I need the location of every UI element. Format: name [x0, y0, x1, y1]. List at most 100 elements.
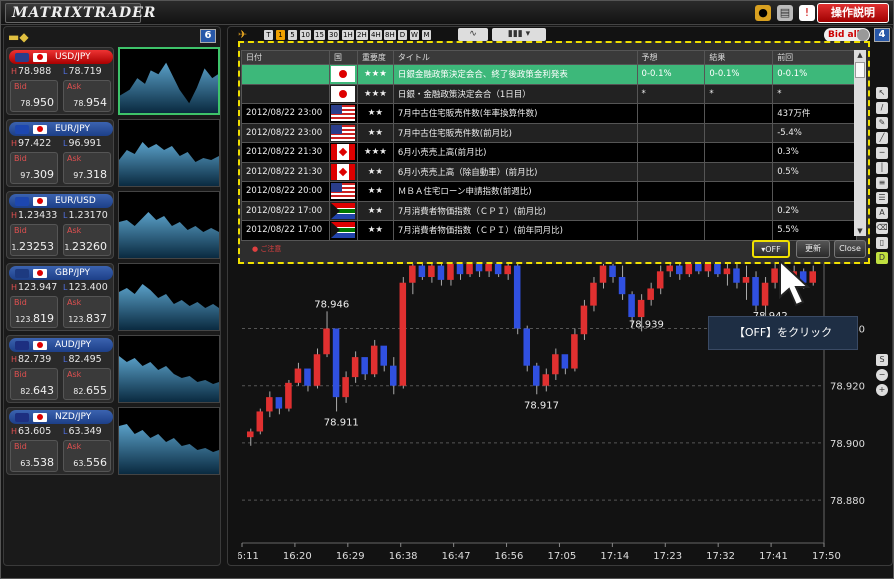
- data-tool-icon[interactable]: D: [876, 252, 888, 264]
- timeframe-8h[interactable]: 8H: [384, 30, 396, 40]
- sparkline[interactable]: [118, 335, 220, 403]
- table-row[interactable]: 2012/08/22 17:00 ★★ 7月消費者物価指数（ＣＰＩ）(前月比) …: [241, 200, 857, 221]
- off-button[interactable]: ▾OFF: [752, 240, 790, 258]
- sparkline[interactable]: [118, 47, 220, 115]
- candle-body: [656, 271, 664, 289]
- rate-info[interactable]: EUR/USD H1.23433 L1.23170 Bid 1.23253 As…: [6, 191, 114, 259]
- ask-price-button[interactable]: Ask 78.954: [63, 80, 111, 112]
- pair-label[interactable]: USD/JPY: [9, 50, 113, 64]
- line-tool-icon[interactable]: /: [876, 102, 888, 114]
- ask-price-button[interactable]: Ask 123.837: [63, 296, 111, 328]
- pair-label[interactable]: AUD/JPY: [9, 338, 113, 352]
- candle-body: [599, 265, 607, 283]
- sparkline[interactable]: [118, 119, 220, 187]
- sparkline[interactable]: [118, 191, 220, 259]
- rate-tile-eur-jpy[interactable]: EUR/JPY H97.422 L96.991 Bid 97.309 Ask 9…: [6, 119, 220, 187]
- scroll-up-icon[interactable]: ▲: [854, 50, 866, 60]
- rate-tile-usd-jpy[interactable]: USD/JPY H78.988 L78.719 Bid 78.950 Ask 7…: [6, 47, 220, 115]
- ask-price-button[interactable]: Ask 97.318: [63, 152, 111, 184]
- scroll-icon[interactable]: S: [876, 354, 888, 366]
- pair-name: EUR/JPY: [55, 124, 90, 134]
- ask-price-button[interactable]: Ask 1.23260: [63, 224, 111, 256]
- column-header[interactable]: 結果: [704, 50, 774, 65]
- timeframe-m[interactable]: M: [422, 30, 431, 40]
- bid-price-button[interactable]: Bid 97.309: [10, 152, 58, 184]
- table-row[interactable]: 2012/08/22 23:00 ★★ 7月中古住宅販売件数(前月比) -5.4…: [241, 122, 857, 143]
- zoom-out-icon[interactable]: −: [876, 369, 888, 381]
- table-row[interactable]: ★★★ 日銀・金融政策決定会合（1日目） * * *: [241, 83, 857, 104]
- timeframe-15[interactable]: 15: [314, 30, 325, 40]
- timeframe-4h[interactable]: 4H: [370, 30, 382, 40]
- rate-info[interactable]: GBP/JPY H123.947 L123.400 Bid 123.819 As…: [6, 263, 114, 331]
- table-row[interactable]: 2012/08/22 23:00 ★★ 7月中古住宅販売件数(年率換算件数) 4…: [241, 103, 857, 124]
- ask-price-button[interactable]: Ask 82.655: [63, 368, 111, 400]
- bid-price-button[interactable]: Bid 78.950: [10, 80, 58, 112]
- timeframe-1[interactable]: 1: [276, 30, 285, 40]
- warning-icon[interactable]: !: [799, 5, 815, 21]
- column-header[interactable]: タイトル: [392, 50, 638, 65]
- ask-price-button[interactable]: Ask 63.556: [63, 440, 111, 472]
- drawing-tools: ↖ / ✎ ╱ ─ │ ≡ ☰ A ⌫ ▯ D S − +: [876, 87, 890, 399]
- column-header[interactable]: 日付: [241, 50, 330, 65]
- rate-tile-nzd-jpy[interactable]: NZD/JPY H63.605 L63.349 Bid 63.538 Ask 6…: [6, 407, 220, 475]
- zoom-in-icon[interactable]: +: [876, 384, 888, 396]
- timeframe-30[interactable]: 30: [328, 30, 339, 40]
- column-header[interactable]: 重要度: [356, 50, 394, 65]
- sparkline[interactable]: [118, 407, 220, 475]
- table-row[interactable]: ★★★ 日銀金融政策決定会合、終了後政策金利発表 0-0.1% 0-0.1% 0…: [241, 64, 857, 85]
- pair-label[interactable]: NZD/JPY: [9, 410, 113, 424]
- timeframe-w[interactable]: W: [410, 30, 419, 40]
- vline-tool-icon[interactable]: │: [876, 162, 888, 174]
- rate-tile-gbp-jpy[interactable]: GBP/JPY H123.947 L123.400 Bid 123.819 As…: [6, 263, 220, 331]
- fib-tool-icon[interactable]: ☰: [876, 192, 888, 204]
- timeframe-5[interactable]: 5: [288, 30, 297, 40]
- pair-label[interactable]: EUR/USD: [9, 194, 113, 208]
- scroll-thumb[interactable]: [855, 62, 865, 78]
- bid-price-button[interactable]: Bid 123.819: [10, 296, 58, 328]
- rate-tile-eur-usd[interactable]: EUR/USD H1.23433 L1.23170 Bid 1.23253 As…: [6, 191, 220, 259]
- eraser-tool-icon[interactable]: ⌫: [876, 222, 888, 234]
- sparkline[interactable]: [118, 263, 220, 331]
- timeframe-t[interactable]: T: [264, 30, 273, 40]
- chart-type-select[interactable]: ▮▮▮ ▾: [492, 28, 546, 41]
- hline-tool-icon[interactable]: ─: [876, 147, 888, 159]
- column-header[interactable]: 前回: [772, 50, 857, 65]
- rate-info[interactable]: EUR/JPY H97.422 L96.991 Bid 97.309 Ask 9…: [6, 119, 114, 187]
- rate-info[interactable]: NZD/JPY H63.605 L63.349 Bid 63.538 Ask 6…: [6, 407, 114, 475]
- column-header[interactable]: 予想: [636, 50, 706, 65]
- rate-info[interactable]: USD/JPY H78.988 L78.719 Bid 78.950 Ask 7…: [6, 47, 114, 115]
- pencil-tool-icon[interactable]: ✎: [876, 117, 888, 129]
- timeframe-d[interactable]: D: [398, 30, 407, 40]
- manual-button[interactable]: 操作説明: [817, 3, 889, 23]
- pointer-tool-icon[interactable]: ↖: [876, 87, 888, 99]
- close-button[interactable]: Close: [834, 240, 866, 258]
- plane-icon[interactable]: ✈: [238, 28, 247, 41]
- folder-icon[interactable]: ▬◆: [8, 30, 29, 44]
- bid-all-toggle[interactable]: Bid all: [824, 28, 870, 42]
- events-scrollbar[interactable]: ▲ ▼: [854, 50, 866, 236]
- table-row[interactable]: 2012/08/22 20:00 ★★ ＭＢＡ住宅ローン申請指数(前週比): [241, 181, 857, 202]
- bid-price-button[interactable]: Bid 82.643: [10, 368, 58, 400]
- rate-tile-aud-jpy[interactable]: AUD/JPY H82.739 L82.495 Bid 82.643 Ask 8…: [6, 335, 220, 403]
- rate-info[interactable]: AUD/JPY H82.739 L82.495 Bid 82.643 Ask 8…: [6, 335, 114, 403]
- channel-tool-icon[interactable]: ≡: [876, 177, 888, 189]
- refresh-button[interactable]: 更新: [796, 240, 830, 258]
- text-tool-icon[interactable]: A: [876, 207, 888, 219]
- bid-price-button[interactable]: Bid 1.23253: [10, 224, 58, 256]
- pair-label[interactable]: EUR/JPY: [9, 122, 113, 136]
- column-header[interactable]: 国: [328, 50, 358, 65]
- scroll-down-icon[interactable]: ▼: [854, 226, 866, 236]
- timeframe-10[interactable]: 10: [300, 30, 311, 40]
- bid-price-button[interactable]: Bid 63.538: [10, 440, 58, 472]
- timeframe-2h[interactable]: 2H: [356, 30, 368, 40]
- table-row[interactable]: 2012/08/22 21:30 ★★★ 6月小売売上高(前月比) 0.3%: [241, 142, 857, 163]
- trash-tool-icon[interactable]: ▯: [876, 237, 888, 249]
- table-row[interactable]: 2012/08/22 21:30 ★★ 6月小売売上高（除自動車）(前月比) 0…: [241, 161, 857, 182]
- timeframe-1h[interactable]: 1H: [342, 30, 354, 40]
- line2-tool-icon[interactable]: ╱: [876, 132, 888, 144]
- printer-icon[interactable]: ▤: [777, 5, 793, 21]
- indicator-icon[interactable]: ∿: [458, 28, 488, 41]
- pair-label[interactable]: GBP/JPY: [9, 266, 113, 280]
- palette-icon[interactable]: ●: [755, 5, 771, 21]
- candle-body: [456, 262, 464, 275]
